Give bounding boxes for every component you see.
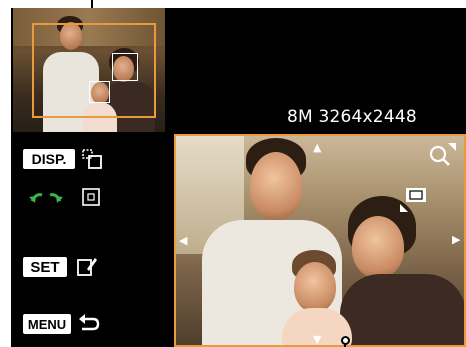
face-frame-icon [82,188,100,206]
overview-thumbnail[interactable] [13,8,165,132]
legend-set: SET [23,256,67,278]
edit-frame-icon [77,258,97,276]
scroll-up-arrow-icon[interactable]: ▲ [313,142,321,153]
camera-screen: 8M 3264x2448 DISP. SET MENU ▲ ▼ ◀ ▶ [0,0,466,347]
callout-line-bottom [344,343,346,347]
overview-face-box-woman [112,53,138,81]
zoom-frame-icon [400,188,426,212]
scroll-left-arrow-icon[interactable]: ◀ [179,235,187,246]
legend-menu: MENU [23,313,71,335]
scroll-right-arrow-icon[interactable]: ▶ [452,234,460,245]
overview-face-box-baby [89,81,110,103]
magnify-icon [429,143,456,166]
zoomed-image-frame [174,134,466,347]
lcd-display: 8M 3264x2448 DISP. SET MENU ▲ ▼ ◀ ▶ [11,8,466,347]
return-arrow-icon [79,314,100,331]
disp-button[interactable]: DISP. [23,149,75,169]
legend-disp: DISP. [23,148,75,170]
jump-arrows-icon[interactable] [26,187,66,207]
scroll-down-arrow-icon[interactable]: ▼ [313,334,321,345]
display-toggle-icon [82,149,102,169]
menu-button[interactable]: MENU [23,314,71,334]
resolution-label: 8M 3264x2448 [287,107,417,127]
set-button[interactable]: SET [23,257,67,277]
